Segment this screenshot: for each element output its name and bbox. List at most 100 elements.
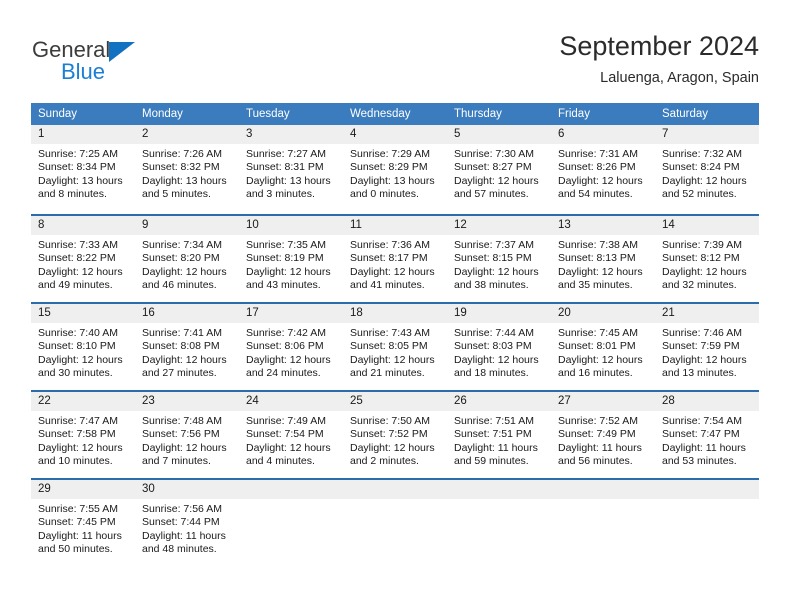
sunrise-text: Sunrise: 7:36 AM xyxy=(350,239,430,251)
calendar-day-cell[interactable]: 10 Sunrise: 7:35 AM Sunset: 8:19 PM Dayl… xyxy=(239,216,343,302)
day-number: 1 xyxy=(31,125,135,144)
calendar-day-cell[interactable]: 20 Sunrise: 7:45 AM Sunset: 8:01 PM Dayl… xyxy=(551,304,655,390)
day-number xyxy=(239,480,343,499)
sunrise-text: Sunrise: 7:26 AM xyxy=(142,148,222,160)
calendar-day-cell[interactable]: 25 Sunrise: 7:50 AM Sunset: 7:52 PM Dayl… xyxy=(343,392,447,478)
daylight-text: Daylight: 12 hours and 13 minutes. xyxy=(662,353,747,380)
calendar-day-cell[interactable]: 5 Sunrise: 7:30 AM Sunset: 8:27 PM Dayli… xyxy=(447,125,551,214)
sunset-text: Sunset: 8:15 PM xyxy=(454,252,532,265)
sunrise-text: Sunrise: 7:46 AM xyxy=(662,327,742,339)
calendar-day-cell[interactable]: 6 Sunrise: 7:31 AM Sunset: 8:26 PM Dayli… xyxy=(551,125,655,214)
day-number: 17 xyxy=(239,304,343,323)
sunrise-text: Sunrise: 7:55 AM xyxy=(38,503,118,515)
calendar-day-cell[interactable]: 16 Sunrise: 7:41 AM Sunset: 8:08 PM Dayl… xyxy=(135,304,239,390)
sunset-text: Sunset: 7:51 PM xyxy=(454,428,532,441)
sunset-text: Sunset: 8:03 PM xyxy=(454,340,532,353)
day-number: 25 xyxy=(343,392,447,411)
calendar-day-cell[interactable]: 15 Sunrise: 7:40 AM Sunset: 8:10 PM Dayl… xyxy=(31,304,135,390)
sunset-text: Sunset: 7:47 PM xyxy=(662,428,740,441)
daylight-text: Daylight: 12 hours and 4 minutes. xyxy=(246,441,331,468)
calendar-day-cell[interactable]: 7 Sunrise: 7:32 AM Sunset: 8:24 PM Dayli… xyxy=(655,125,759,214)
day-details: Sunrise: 7:46 AM Sunset: 7:59 PM Dayligh… xyxy=(655,323,759,381)
generalblue-logo: General Blue xyxy=(31,30,291,90)
calendar-day-cell[interactable]: 17 Sunrise: 7:42 AM Sunset: 8:06 PM Dayl… xyxy=(239,304,343,390)
calendar-day-cell[interactable]: 29 Sunrise: 7:55 AM Sunset: 7:45 PM Dayl… xyxy=(31,480,135,566)
day-number: 5 xyxy=(447,125,551,144)
sunrise-text: Sunrise: 7:52 AM xyxy=(558,415,638,427)
day-number: 22 xyxy=(31,392,135,411)
day-details: Sunrise: 7:39 AM Sunset: 8:12 PM Dayligh… xyxy=(655,235,759,293)
sunrise-text: Sunrise: 7:45 AM xyxy=(558,327,638,339)
calendar-day-cell[interactable]: 4 Sunrise: 7:29 AM Sunset: 8:29 PM Dayli… xyxy=(343,125,447,214)
calendar-grid: Sunday Monday Tuesday Wednesday Thursday… xyxy=(31,103,759,566)
calendar-day-cell[interactable]: 28 Sunrise: 7:54 AM Sunset: 7:47 PM Dayl… xyxy=(655,392,759,478)
day-details: Sunrise: 7:34 AM Sunset: 8:20 PM Dayligh… xyxy=(135,235,239,293)
calendar-week-row: 22 Sunrise: 7:47 AM Sunset: 7:58 PM Dayl… xyxy=(31,390,759,478)
weekday-header-monday: Monday xyxy=(142,108,183,120)
day-number: 16 xyxy=(135,304,239,323)
day-details: Sunrise: 7:52 AM Sunset: 7:49 PM Dayligh… xyxy=(551,411,655,469)
weekday-header-sunday: Sunday xyxy=(38,108,78,120)
sunset-text: Sunset: 8:22 PM xyxy=(38,252,116,265)
day-details: Sunrise: 7:51 AM Sunset: 7:51 PM Dayligh… xyxy=(447,411,551,469)
daylight-text: Daylight: 12 hours and 35 minutes. xyxy=(558,265,643,292)
day-number: 2 xyxy=(135,125,239,144)
daylight-text: Daylight: 12 hours and 2 minutes. xyxy=(350,441,435,468)
day-details: Sunrise: 7:29 AM Sunset: 8:29 PM Dayligh… xyxy=(343,144,447,202)
day-number: 19 xyxy=(447,304,551,323)
calendar-day-cell[interactable]: 23 Sunrise: 7:48 AM Sunset: 7:56 PM Dayl… xyxy=(135,392,239,478)
weekday-header-row: Sunday Monday Tuesday Wednesday Thursday… xyxy=(31,103,759,125)
calendar-day-cell[interactable]: 22 Sunrise: 7:47 AM Sunset: 7:58 PM Dayl… xyxy=(31,392,135,478)
sunset-text: Sunset: 7:45 PM xyxy=(38,516,116,529)
day-number: 26 xyxy=(447,392,551,411)
calendar-day-cell-empty xyxy=(655,480,759,566)
calendar-day-cell[interactable]: 21 Sunrise: 7:46 AM Sunset: 7:59 PM Dayl… xyxy=(655,304,759,390)
calendar-day-cell[interactable]: 9 Sunrise: 7:34 AM Sunset: 8:20 PM Dayli… xyxy=(135,216,239,302)
calendar-day-cell[interactable]: 8 Sunrise: 7:33 AM Sunset: 8:22 PM Dayli… xyxy=(31,216,135,302)
calendar-day-cell[interactable]: 30 Sunrise: 7:56 AM Sunset: 7:44 PM Dayl… xyxy=(135,480,239,566)
day-details: Sunrise: 7:42 AM Sunset: 8:06 PM Dayligh… xyxy=(239,323,343,381)
weekday-header-friday: Friday xyxy=(558,108,590,120)
calendar-week-row: 8 Sunrise: 7:33 AM Sunset: 8:22 PM Dayli… xyxy=(31,214,759,302)
calendar-day-cell[interactable]: 18 Sunrise: 7:43 AM Sunset: 8:05 PM Dayl… xyxy=(343,304,447,390)
calendar-day-cell[interactable]: 3 Sunrise: 7:27 AM Sunset: 8:31 PM Dayli… xyxy=(239,125,343,214)
day-number xyxy=(447,480,551,499)
day-number: 28 xyxy=(655,392,759,411)
sunset-text: Sunset: 8:12 PM xyxy=(662,252,740,265)
day-number: 20 xyxy=(551,304,655,323)
sunset-text: Sunset: 8:32 PM xyxy=(142,161,220,174)
calendar-day-cell[interactable]: 12 Sunrise: 7:37 AM Sunset: 8:15 PM Dayl… xyxy=(447,216,551,302)
calendar-day-cell[interactable]: 26 Sunrise: 7:51 AM Sunset: 7:51 PM Dayl… xyxy=(447,392,551,478)
daylight-text: Daylight: 11 hours and 56 minutes. xyxy=(558,441,642,468)
day-number: 6 xyxy=(551,125,655,144)
calendar-day-cell[interactable]: 14 Sunrise: 7:39 AM Sunset: 8:12 PM Dayl… xyxy=(655,216,759,302)
daylight-text: Daylight: 12 hours and 21 minutes. xyxy=(350,353,435,380)
day-number: 10 xyxy=(239,216,343,235)
sunset-text: Sunset: 8:29 PM xyxy=(350,161,428,174)
calendar-day-cell[interactable]: 2 Sunrise: 7:26 AM Sunset: 8:32 PM Dayli… xyxy=(135,125,239,214)
calendar-day-cell-empty xyxy=(551,480,655,566)
daylight-text: Daylight: 11 hours and 50 minutes. xyxy=(38,529,122,556)
calendar-day-cell[interactable]: 11 Sunrise: 7:36 AM Sunset: 8:17 PM Dayl… xyxy=(343,216,447,302)
day-number: 13 xyxy=(551,216,655,235)
daylight-text: Daylight: 12 hours and 24 minutes. xyxy=(246,353,331,380)
sunset-text: Sunset: 8:19 PM xyxy=(246,252,324,265)
calendar-day-cell-empty xyxy=(343,480,447,566)
calendar-day-cell[interactable]: 1 Sunrise: 7:25 AM Sunset: 8:34 PM Dayli… xyxy=(31,125,135,214)
sunrise-text: Sunrise: 7:44 AM xyxy=(454,327,534,339)
day-number: 11 xyxy=(343,216,447,235)
day-number xyxy=(655,480,759,499)
calendar-day-cell[interactable]: 19 Sunrise: 7:44 AM Sunset: 8:03 PM Dayl… xyxy=(447,304,551,390)
sunrise-text: Sunrise: 7:39 AM xyxy=(662,239,742,251)
daylight-text: Daylight: 12 hours and 27 minutes. xyxy=(142,353,227,380)
daylight-text: Daylight: 11 hours and 48 minutes. xyxy=(142,529,226,556)
calendar-week-row: 1 Sunrise: 7:25 AM Sunset: 8:34 PM Dayli… xyxy=(31,125,759,214)
sunrise-text: Sunrise: 7:47 AM xyxy=(38,415,118,427)
sunrise-text: Sunrise: 7:34 AM xyxy=(142,239,222,251)
day-details: Sunrise: 7:49 AM Sunset: 7:54 PM Dayligh… xyxy=(239,411,343,469)
calendar-day-cell[interactable]: 27 Sunrise: 7:52 AM Sunset: 7:49 PM Dayl… xyxy=(551,392,655,478)
daylight-text: Daylight: 12 hours and 7 minutes. xyxy=(142,441,227,468)
calendar-day-cell[interactable]: 24 Sunrise: 7:49 AM Sunset: 7:54 PM Dayl… xyxy=(239,392,343,478)
calendar-day-cell[interactable]: 13 Sunrise: 7:38 AM Sunset: 8:13 PM Dayl… xyxy=(551,216,655,302)
sunset-text: Sunset: 8:13 PM xyxy=(558,252,636,265)
